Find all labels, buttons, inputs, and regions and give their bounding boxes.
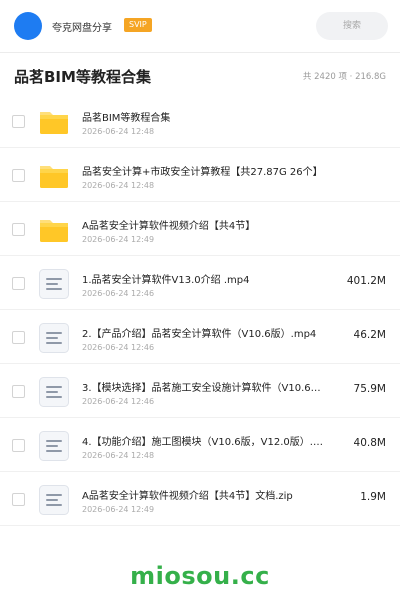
select-checkbox[interactable] (12, 493, 25, 506)
select-checkbox[interactable] (12, 385, 25, 398)
select-checkbox[interactable] (12, 331, 25, 344)
select-checkbox[interactable] (12, 277, 25, 290)
file-list: 品茗BIM等教程合集 2026-06-24 12:48 品茗安全计算+市政安全计… (0, 94, 400, 526)
file-date: 2026-06-24 12:48 (82, 127, 155, 136)
select-checkbox[interactable] (12, 223, 25, 236)
page-title: 品茗BIM等教程合集 (14, 68, 151, 86)
document-icon (38, 268, 70, 300)
file-date: 2026-06-24 12:48 (82, 451, 155, 460)
list-item[interactable]: 品茗安全计算+市政安全计算教程【共27.87G 26个】 2026-06-24 … (0, 148, 400, 202)
header-bar: 夸克网盘分享 SVIP 搜索 (0, 0, 400, 52)
file-size: 1.9M (360, 491, 386, 503)
select-checkbox[interactable] (12, 169, 25, 182)
list-item[interactable]: A品茗安全计算软件视频介绍【共4节】文档.zip 2026-06-24 12:4… (0, 472, 400, 526)
item-count: 共 2420 项 (302, 72, 347, 82)
file-name: 4.【功能介绍】施工图模块（V10.6版，V12.0版）.mp4 (82, 437, 326, 448)
folder-icon (38, 106, 70, 138)
share-source-name: 夸克网盘分享 (52, 23, 112, 34)
file-date: 2026-06-24 12:48 (82, 181, 155, 190)
select-checkbox[interactable] (12, 439, 25, 452)
header-divider (0, 52, 400, 53)
file-name: 2.【产品介绍】品茗安全计算软件（V10.6版）.mp4 (82, 329, 317, 340)
file-name: 1.品茗安全计算软件V13.0介绍 .mp4 (82, 275, 250, 286)
file-name: 3.【模块选择】品茗施工安全设施计算软件（V10.6版）.mp4 (82, 383, 326, 394)
svip-badge: SVIP (124, 18, 152, 32)
watermark-text: miosou.cc (130, 562, 270, 590)
file-name: 品茗安全计算+市政安全计算教程【共27.87G 26个】 (82, 167, 323, 178)
file-size: 75.9M (353, 383, 386, 395)
search-input[interactable]: 搜索 (316, 12, 388, 40)
meta-separator: · (349, 72, 353, 82)
folder-title-bar: 品茗BIM等教程合集 共 2420 项 · 216.8G (0, 58, 400, 94)
list-item[interactable]: 2.【产品介绍】品茗安全计算软件（V10.6版）.mp4 2026-06-24 … (0, 310, 400, 364)
document-icon (38, 430, 70, 462)
file-date: 2026-06-24 12:49 (82, 235, 155, 244)
file-size: 40.8M (353, 437, 386, 449)
document-icon (38, 484, 70, 516)
file-date: 2026-06-24 12:49 (82, 505, 155, 514)
file-size: 401.2M (346, 275, 386, 287)
list-item[interactable]: A品茗安全计算软件视频介绍【共4节】 2026-06-24 12:49 (0, 202, 400, 256)
file-name: A品茗安全计算软件视频介绍【共4节】 (82, 221, 256, 232)
file-date: 2026-06-24 12:46 (82, 343, 155, 352)
list-item[interactable]: 1.品茗安全计算软件V13.0介绍 .mp4 2026-06-24 12:46 … (0, 256, 400, 310)
list-item[interactable]: 品茗BIM等教程合集 2026-06-24 12:48 (0, 94, 400, 148)
folder-icon (38, 214, 70, 246)
file-date: 2026-06-24 12:46 (82, 289, 155, 298)
select-checkbox[interactable] (12, 115, 25, 128)
folder-meta: 共 2420 项 · 216.8G (303, 70, 386, 82)
file-size: 46.2M (353, 329, 386, 341)
file-name: 品茗BIM等教程合集 (82, 113, 171, 124)
folder-icon (38, 160, 70, 192)
file-name: A品茗安全计算软件视频介绍【共4节】文档.zip (82, 491, 293, 502)
total-size: 216.8G (355, 72, 386, 82)
document-icon (38, 376, 70, 408)
document-icon (38, 322, 70, 354)
list-item[interactable]: 4.【功能介绍】施工图模块（V10.6版，V12.0版）.mp4 2026-06… (0, 418, 400, 472)
avatar[interactable] (14, 12, 42, 40)
file-date: 2026-06-24 12:46 (82, 397, 155, 406)
list-item[interactable]: 3.【模块选择】品茗施工安全设施计算软件（V10.6版）.mp4 2026-06… (0, 364, 400, 418)
